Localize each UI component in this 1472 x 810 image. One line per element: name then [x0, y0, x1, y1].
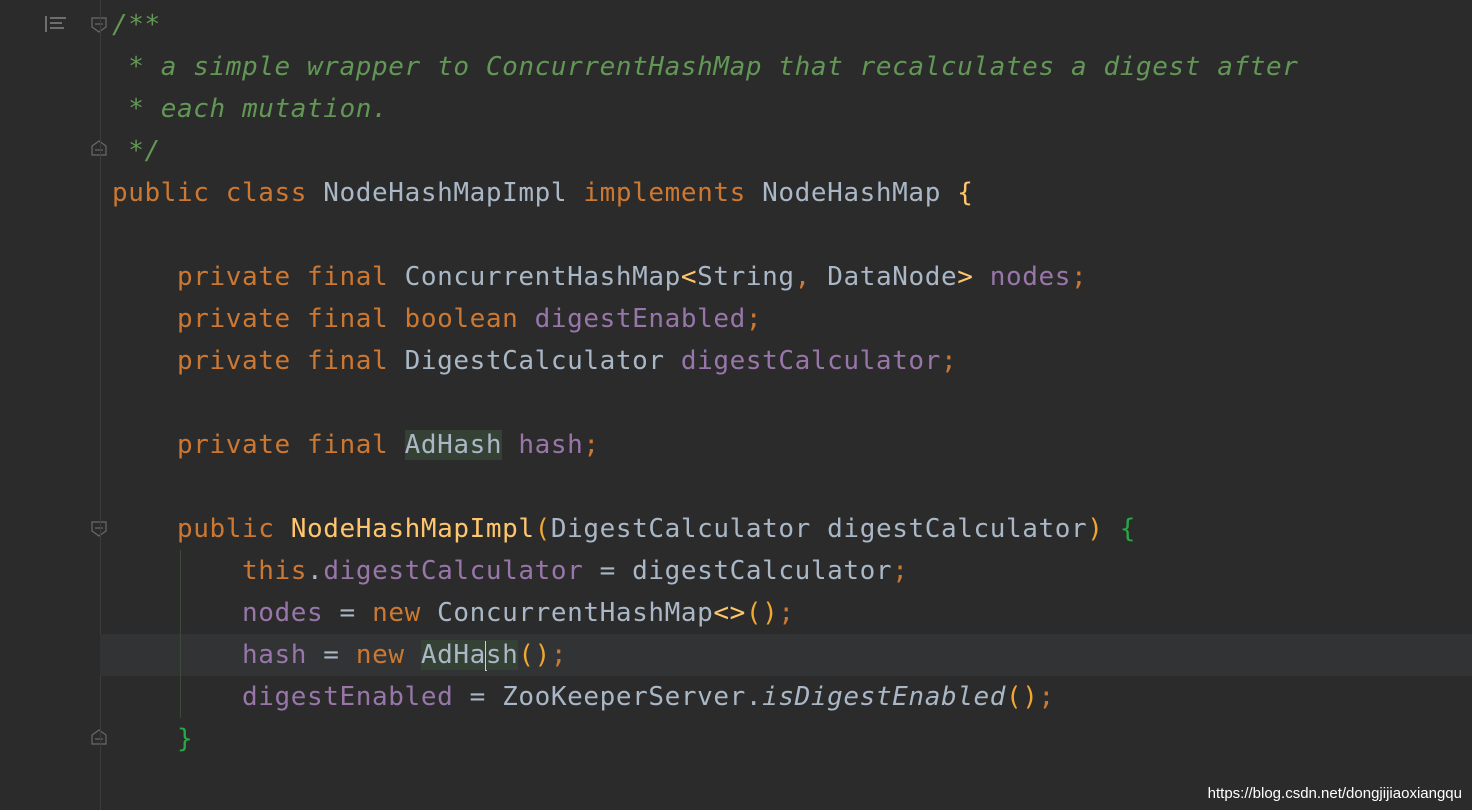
code-token: String [697, 262, 795, 292]
code-token: NodeHashMap [762, 178, 958, 208]
code-line[interactable]: hash = new AdHash(); [112, 634, 567, 676]
code-line[interactable]: } [112, 718, 193, 760]
code-line[interactable]: * a simple wrapper to ConcurrentHashMap … [112, 46, 1299, 88]
fold-end-icon[interactable] [91, 729, 107, 745]
code-token: ; [583, 430, 600, 460]
code-line[interactable]: /** [112, 4, 161, 46]
code-token: ( [534, 514, 551, 544]
code-line[interactable]: digestEnabled = ZooKeeperServer.isDigest… [112, 676, 1055, 718]
code-token: ConcurrentHashMap [437, 598, 714, 628]
code-token: hash [518, 430, 584, 460]
gutter-divider [100, 0, 101, 810]
code-token: ; [1071, 262, 1088, 292]
code-token: DataNode [827, 262, 958, 292]
code-token: = [307, 640, 356, 670]
fold-collapse-icon[interactable] [91, 521, 107, 537]
code-token: * a simple wrapper to ConcurrentHashMap … [112, 52, 1299, 82]
code-token: AdHash [404, 430, 503, 460]
code-token: = digestCalculator [583, 556, 893, 586]
code-token: = ZooKeeperServer. [453, 682, 763, 712]
code-token: () [518, 640, 551, 670]
code-token: DigestCalculator digestCalculator [550, 514, 1088, 544]
code-token: public class [112, 178, 324, 208]
code-token: { [1119, 514, 1137, 544]
code-line[interactable]: private final DigestCalculator digestCal… [112, 340, 957, 382]
fold-collapse-icon[interactable] [91, 17, 107, 33]
code-token: <> [713, 598, 746, 628]
code-token: } [112, 724, 194, 754]
code-token: * each mutation. [112, 94, 389, 124]
code-token: digestEnabled [112, 682, 454, 712]
code-token: digestCalculator [680, 346, 941, 376]
code-token: implements [583, 178, 763, 208]
code-token: isDigestEnabled [762, 682, 1006, 712]
code-line[interactable]: public NodeHashMapImpl(DigestCalculator … [112, 508, 1136, 550]
code-token: digestEnabled [534, 304, 746, 334]
code-token: DigestCalculator [404, 346, 681, 376]
code-token: private final boolean [112, 304, 535, 334]
code-token: sh [485, 640, 519, 670]
code-token: digestCalculator [323, 556, 584, 586]
code-token: ; [892, 556, 909, 586]
code-token: NodeHashMapImpl [290, 514, 535, 544]
code-line[interactable]: * each mutation. [112, 88, 388, 130]
code-token: nodes [989, 262, 1072, 292]
code-token: new [355, 640, 421, 670]
code-token: ConcurrentHashMap [404, 262, 681, 292]
code-line[interactable]: public class NodeHashMapImpl implements … [112, 172, 973, 214]
code-line[interactable]: */ [112, 130, 161, 172]
code-token: ; [778, 598, 795, 628]
code-token: public [112, 514, 291, 544]
editor-gutter [0, 0, 107, 810]
code-line[interactable]: nodes = new ConcurrentHashMap<>(); [112, 592, 795, 634]
code-token: < [680, 262, 698, 292]
code-token: ; [1038, 682, 1055, 712]
fold-end-icon[interactable] [91, 140, 107, 156]
code-line[interactable]: this.digestCalculator = digestCalculator… [112, 550, 908, 592]
code-token: . [307, 556, 324, 586]
code-token: > [957, 262, 990, 292]
watermark: https://blog.csdn.net/dongjijiaoxiangqu [1207, 785, 1462, 802]
code-line[interactable]: private final AdHash hash; [112, 424, 600, 466]
code-token: private final [112, 430, 405, 460]
code-token: ; [940, 346, 958, 376]
code-token: , [794, 262, 828, 292]
code-token: new [372, 598, 438, 628]
code-token: { [957, 178, 974, 208]
code-token: private final [112, 262, 405, 292]
code-line[interactable]: private final boolean digestEnabled; [112, 298, 762, 340]
code-token: NodeHashMapImpl [323, 178, 584, 208]
code-token: () [1005, 682, 1039, 712]
structure-icon[interactable] [44, 14, 68, 34]
code-token: ; [745, 304, 763, 334]
code-token: nodes [112, 598, 324, 628]
code-token: ; [550, 640, 568, 670]
code-token: () [745, 598, 779, 628]
code-token: */ [112, 136, 161, 166]
code-token: AdHa [420, 640, 486, 670]
code-token: /** [112, 10, 161, 40]
code-token: this [112, 556, 308, 586]
code-token: private final [112, 346, 405, 376]
code-line[interactable]: private final ConcurrentHashMap<String, … [112, 256, 1087, 298]
code-token: = [323, 598, 373, 628]
code-token: ) [1087, 514, 1120, 544]
code-token: hash [112, 640, 308, 670]
